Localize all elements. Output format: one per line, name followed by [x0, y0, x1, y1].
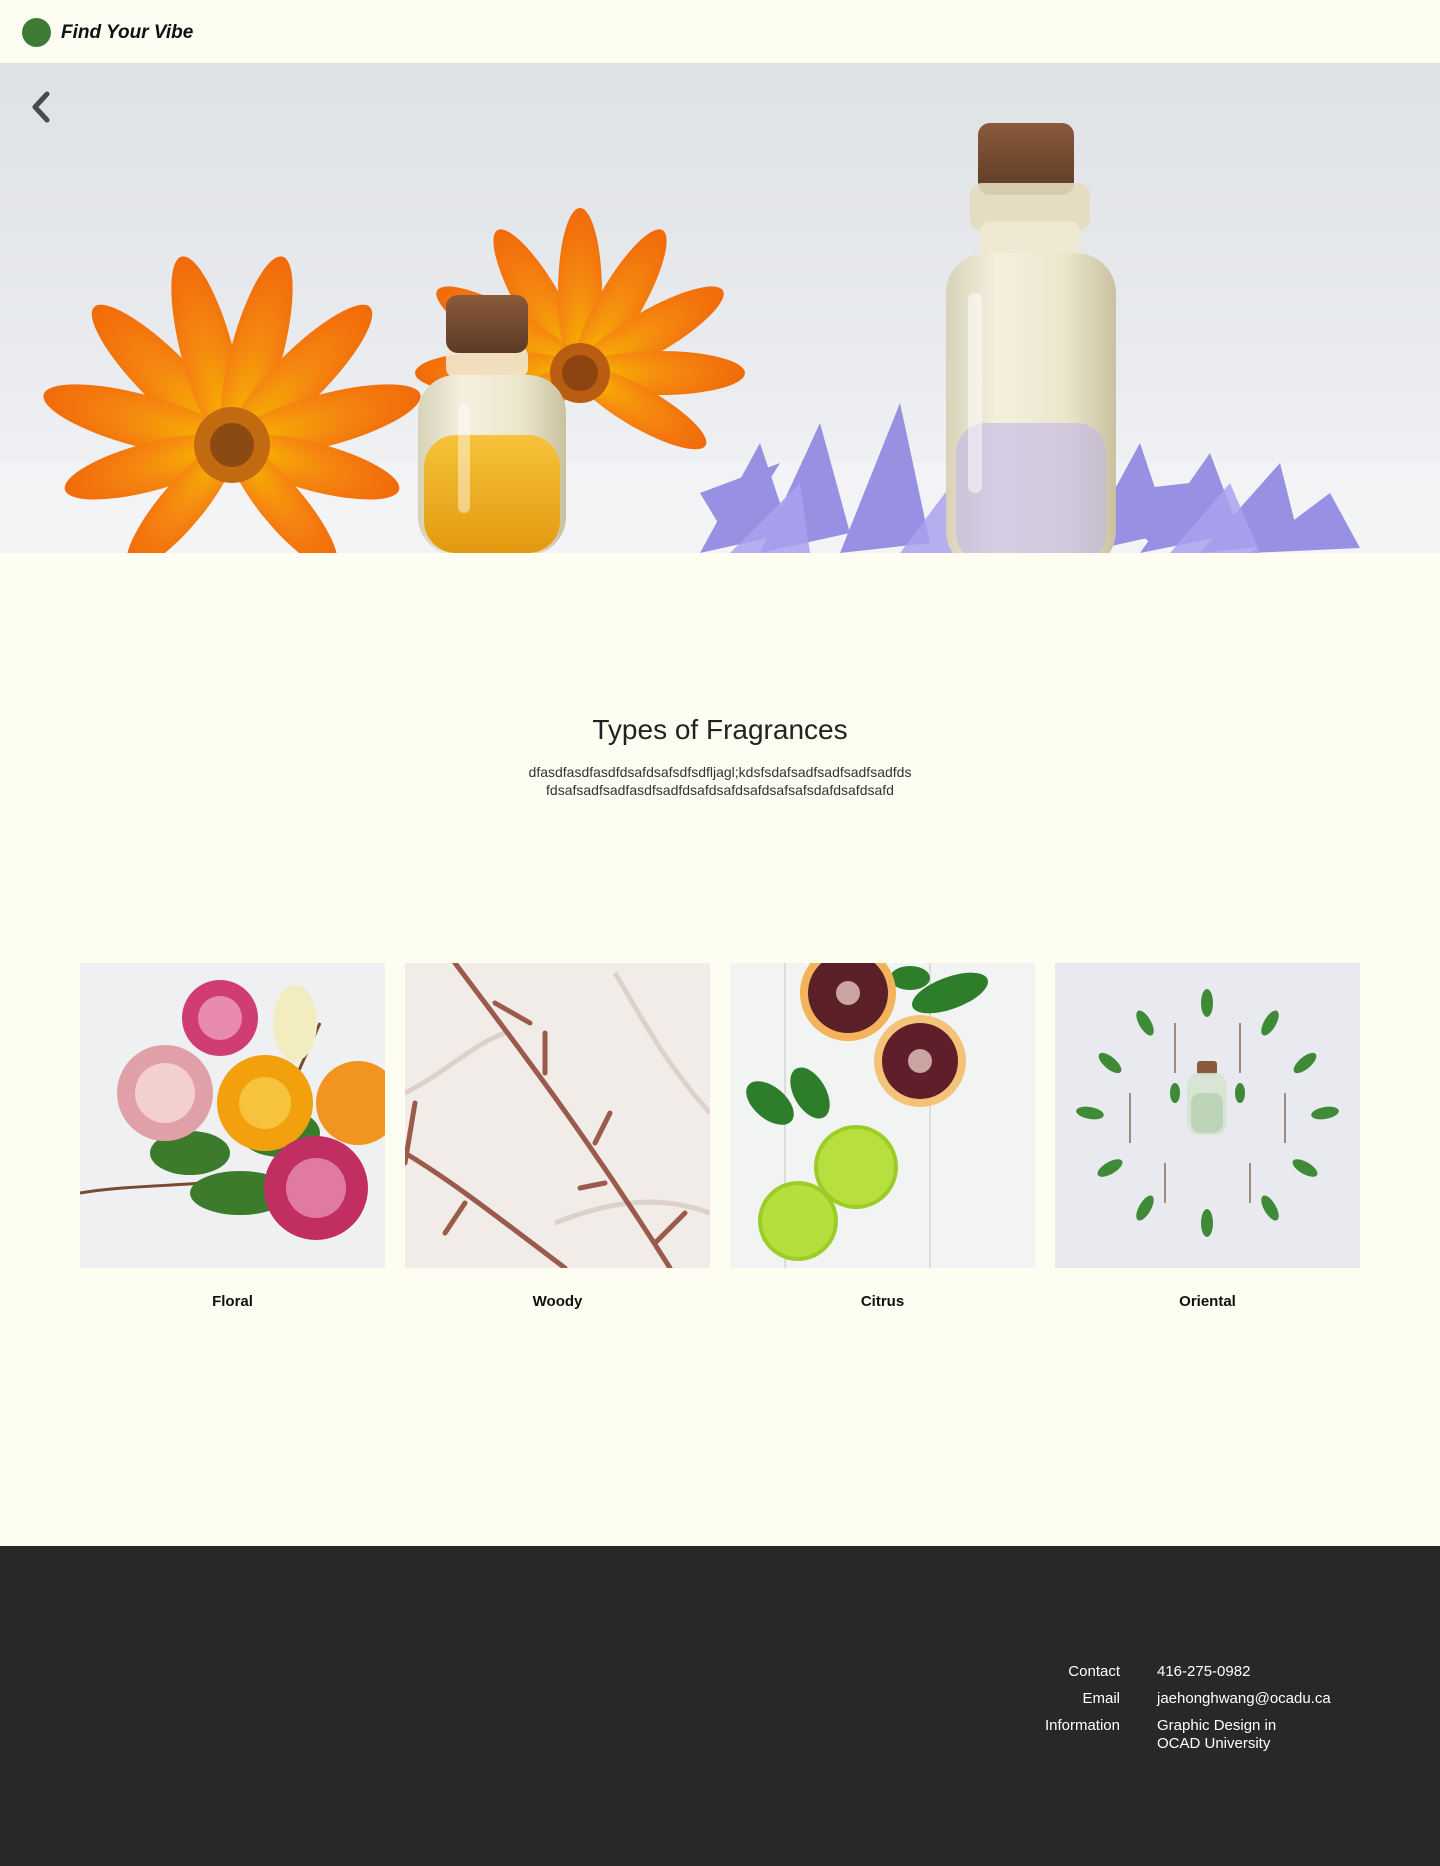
hero-banner: [0, 63, 1440, 553]
woody-image[interactable]: [405, 963, 710, 1268]
fragrance-card-floral[interactable]: Floral: [80, 963, 385, 1312]
citrus-image[interactable]: [730, 963, 1035, 1268]
section-description: dfasdfasdfasdfdsafdsafsdfsdfljagl;kdsfsd…: [470, 763, 970, 799]
information-value: Graphic Design in OCAD University: [1157, 1717, 1276, 1753]
information-label: Information: [1044, 1717, 1120, 1734]
site-header: Find Your Vibe: [0, 0, 1440, 63]
brand-title[interactable]: Find Your Vibe: [61, 20, 193, 46]
card-label-oriental: Oriental: [1179, 1293, 1236, 1310]
section-description-line: dfasdfasdfasdfdsafdsafsdfsdfljagl;kdsfsd…: [528, 764, 912, 780]
information-line: Graphic Design in: [1157, 1717, 1277, 1734]
hero-image: [0, 63, 1440, 553]
fragrance-card-citrus[interactable]: Citrus: [730, 963, 1035, 1312]
fragrance-card-oriental[interactable]: Oriental: [1055, 963, 1360, 1312]
section-title: Types of Fragrances: [592, 714, 848, 745]
contact-phone[interactable]: 416-275-0982: [1157, 1663, 1250, 1681]
section-description-line: fdsafsadfsadfasdfsadfdsafdsafdsafdsafsaf…: [546, 782, 894, 798]
contact-label: Contact: [1068, 1663, 1120, 1680]
chevron-left-icon: [32, 91, 50, 123]
card-label-woody: Woody: [532, 1293, 583, 1310]
floral-image[interactable]: [80, 963, 385, 1268]
email-link[interactable]: jaehonghwang@ocadu.ca: [1157, 1690, 1331, 1708]
back-button[interactable]: [28, 90, 54, 124]
email-label: Email: [1082, 1690, 1120, 1707]
information-line: OCAD University: [1157, 1735, 1271, 1752]
oriental-image[interactable]: [1055, 963, 1360, 1268]
fragrance-card-woody[interactable]: Woody: [405, 963, 710, 1312]
card-label-citrus: Citrus: [860, 1293, 905, 1310]
site-footer: Contact 416-275-0982 Email jaehonghwang@…: [0, 1546, 1440, 1866]
logo-icon[interactable]: [22, 18, 51, 47]
card-label-floral: Floral: [212, 1293, 253, 1310]
